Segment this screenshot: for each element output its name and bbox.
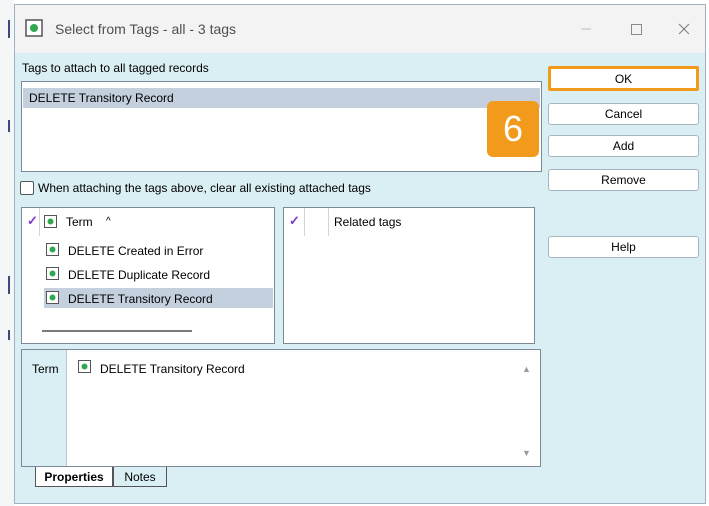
close-button[interactable] — [661, 13, 707, 45]
properties-term-label: Term — [32, 362, 59, 376]
tag-icon — [78, 360, 91, 373]
title-bar[interactable]: Select from Tags - all - 3 tags — [15, 5, 705, 53]
tag-icon — [46, 243, 59, 256]
checkmark-icon: ✓ — [289, 213, 300, 228]
horizontal-scrollbar[interactable] — [42, 330, 192, 332]
background-mark — [8, 20, 10, 38]
background-mark — [8, 276, 10, 294]
background-mark — [8, 330, 10, 340]
sort-ascending-icon[interactable]: ^ — [106, 216, 111, 227]
clear-existing-tags-label: When attaching the tags above, clear all… — [38, 181, 371, 195]
column-divider — [39, 208, 40, 236]
term-list-pane[interactable]: ✓ Term ^ DELETE Created in Error DELETE … — [21, 207, 275, 344]
tab-properties[interactable]: Properties — [35, 467, 113, 487]
tag-icon — [44, 215, 57, 228]
related-tags-header[interactable]: Related tags — [334, 215, 401, 229]
tag-icon — [46, 267, 59, 280]
term-list-item-selected[interactable]: DELETE Transitory Record — [44, 288, 273, 308]
column-divider — [304, 208, 305, 236]
term-list-item-label: DELETE Created in Error — [68, 244, 204, 258]
select-tags-dialog: Select from Tags - all - 3 tags Tags to … — [14, 4, 706, 504]
attach-tags-label: Tags to attach to all tagged records — [22, 61, 209, 75]
minimize-button[interactable] — [563, 13, 609, 45]
minimize-icon — [581, 28, 591, 30]
attach-tag-item[interactable]: DELETE Transitory Record — [23, 88, 540, 108]
step-callout-badge: 6 — [487, 101, 539, 157]
scroll-up-icon[interactable]: ▲ — [522, 364, 531, 374]
term-column-header[interactable]: Term — [66, 215, 93, 229]
window-title: Select from Tags - all - 3 tags — [55, 21, 237, 37]
cancel-button[interactable]: Cancel — [548, 103, 699, 125]
attach-tag-item-label: DELETE Transitory Record — [29, 91, 174, 105]
properties-term-value-text: DELETE Transitory Record — [100, 362, 245, 376]
background-window — [0, 0, 14, 506]
term-list-item-label: DELETE Transitory Record — [68, 292, 213, 306]
help-button[interactable]: Help — [548, 236, 699, 258]
properties-label-column: Term — [22, 350, 67, 466]
clear-existing-tags-checkbox[interactable] — [20, 181, 34, 195]
clear-existing-tags-option[interactable]: When attaching the tags above, clear all… — [20, 181, 371, 195]
tag-app-icon — [25, 19, 43, 37]
background-mark — [8, 120, 10, 132]
related-tags-pane[interactable]: ✓ Related tags — [283, 207, 535, 344]
attach-tags-list[interactable]: DELETE Transitory Record — [21, 81, 542, 172]
checkmark-icon: ✓ — [27, 213, 38, 228]
tag-icon — [46, 291, 59, 304]
add-button[interactable]: Add — [548, 135, 699, 157]
term-list-item[interactable]: DELETE Duplicate Record — [44, 264, 273, 284]
term-list-item[interactable]: DELETE Created in Error — [44, 240, 273, 260]
scroll-down-icon[interactable]: ▼ — [522, 448, 531, 458]
column-divider — [328, 208, 329, 236]
term-list-item-label: DELETE Duplicate Record — [68, 268, 211, 282]
properties-panel: Term DELETE Transitory Record ▲ ▼ — [21, 349, 541, 467]
ok-button[interactable]: OK — [548, 66, 699, 91]
remove-button[interactable]: Remove — [548, 169, 699, 191]
tab-notes[interactable]: Notes — [113, 467, 167, 487]
close-icon — [678, 23, 690, 35]
maximize-button[interactable] — [613, 13, 659, 45]
maximize-icon — [630, 23, 642, 35]
